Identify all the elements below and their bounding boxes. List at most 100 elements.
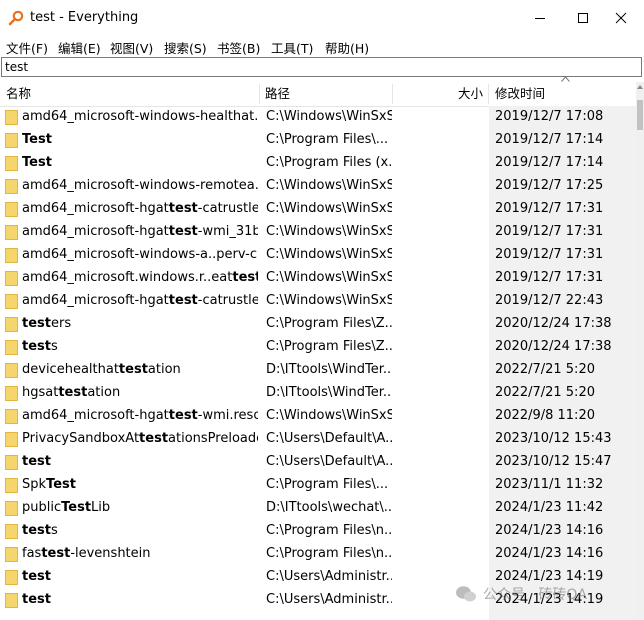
menu-bookmarks[interactable]: 书签(B) <box>217 38 260 57</box>
folder-icon <box>5 294 18 309</box>
minimize-button[interactable] <box>517 0 563 36</box>
column-divider[interactable] <box>488 84 489 104</box>
name-text: amd64_microsoft-windows-healthat... <box>22 109 258 124</box>
menu-search[interactable]: 搜索(S) <box>164 38 207 57</box>
column-divider[interactable] <box>392 84 393 104</box>
match-highlight: Test <box>22 132 52 147</box>
match-highlight: test <box>168 224 198 239</box>
file-path-cell: C:\Program Files (x... <box>266 155 392 170</box>
name-text: amd64_microsoft-hgat <box>22 293 169 308</box>
table-row[interactable]: amd64_microsoft.windows.r..eattest... C:\… <box>0 267 636 290</box>
table-row[interactable]: amd64_microsoft-windows-healthat... C:\Wi… <box>0 106 636 129</box>
table-row[interactable]: devicehealthattestation D:\ITtools\WindTe… <box>0 359 636 382</box>
modified-date-cell: 2024/1/23 14:19 <box>495 569 604 584</box>
minimize-icon <box>535 18 545 19</box>
name-text: -wmi.reso... <box>197 408 258 423</box>
file-name-cell: publicTestLib <box>22 500 258 515</box>
watermark: 公众号 · 砖砖QA <box>455 583 630 605</box>
match-highlight: test <box>22 592 51 607</box>
file-path-cell: C:\Windows\WinSxS <box>266 247 392 262</box>
file-path-cell: C:\Users\Administr... <box>266 569 392 584</box>
file-name-cell: SpkTest <box>22 477 258 492</box>
match-highlight: test <box>22 454 51 469</box>
modified-date-cell: 2019/12/7 17:14 <box>495 132 604 147</box>
file-path-cell: D:\ITtools\WindTer... <box>266 362 392 377</box>
table-row[interactable]: publicTestLib D:\ITtools\wechat\... 2024/1… <box>0 497 636 520</box>
name-text: ationsPreloaded <box>168 431 258 446</box>
name-text: public <box>22 500 62 515</box>
table-row[interactable]: test C:\Users\Default\A... 2023/10/12 15:4… <box>0 451 636 474</box>
search-input[interactable] <box>1 57 642 77</box>
wechat-icon <box>456 586 476 602</box>
menu-edit[interactable]: 编辑(E) <box>58 38 101 57</box>
match-highlight: test <box>41 546 71 561</box>
scrollbar-thumb[interactable] <box>637 100 643 130</box>
column-path-header[interactable]: 路径 <box>265 82 290 106</box>
modified-date-cell: 2020/12/24 17:38 <box>495 316 612 331</box>
folder-icon <box>5 248 18 263</box>
menu-help[interactable]: 帮助(H) <box>325 38 369 57</box>
name-text: amd64_microsoft-windows-a..perv-c... <box>22 247 258 262</box>
modified-date-cell: 2019/12/7 17:14 <box>495 155 604 170</box>
name-text: Lib <box>91 500 111 515</box>
table-row[interactable]: amd64_microsoft-windows-a..perv-c... C:\W… <box>0 244 636 267</box>
scroll-up-icon[interactable] <box>636 82 644 92</box>
table-row[interactable]: testers C:\Program Files\Z... 2020/12/24 1… <box>0 313 636 336</box>
watermark-text: 公众号 · 砖砖QA <box>483 587 587 603</box>
file-path-cell: C:\Program Files\... <box>266 477 389 492</box>
modified-date-cell: 2019/12/7 17:31 <box>495 224 604 239</box>
folder-icon <box>5 386 18 401</box>
vertical-scrollbar[interactable] <box>636 82 644 620</box>
modified-date-cell: 2019/12/7 17:25 <box>495 178 604 193</box>
close-button[interactable] <box>598 0 644 36</box>
name-text: Spk <box>22 477 47 492</box>
match-highlight: test <box>232 270 258 285</box>
table-row[interactable]: tests C:\Program Files\Z... 2020/12/24 17:… <box>0 336 636 359</box>
file-path-cell: C:\Windows\WinSxS <box>266 293 392 308</box>
table-row[interactable]: hgsattestation D:\ITtools\WindTer... 2022/… <box>0 382 636 405</box>
match-highlight: test <box>168 408 198 423</box>
table-row[interactable]: amd64_microsoft-hgattest-wmi.reso... C:\W… <box>0 405 636 428</box>
menu-file[interactable]: 文件(F) <box>6 38 48 57</box>
file-path-cell: C:\Program Files\n... <box>266 546 392 561</box>
file-path-cell: D:\ITtools\WindTer... <box>266 385 392 400</box>
table-row[interactable]: amd64_microsoft-hgattest-catrustle... C:\… <box>0 290 636 313</box>
modified-date-cell: 2022/9/8 11:20 <box>495 408 595 423</box>
file-name-cell: test <box>22 454 258 469</box>
table-row[interactable]: amd64_microsoft-hgattest-catrustle... C:\… <box>0 198 636 221</box>
file-name-cell: hgsattestation <box>22 385 258 400</box>
name-text: ers <box>50 316 72 331</box>
match-highlight: Test <box>61 500 92 515</box>
column-modified-header[interactable]: 修改时间 <box>495 82 545 106</box>
modified-date-cell: 2024/1/23 14:16 <box>495 523 604 538</box>
table-row[interactable]: amd64_microsoft-hgattest-wmi_31b... C:\Wi… <box>0 221 636 244</box>
file-name-cell: amd64_microsoft-windows-a..perv-c... <box>22 247 258 262</box>
table-row[interactable]: Test C:\Program Files\... 2019/12/7 17:14 <box>0 129 636 152</box>
folder-icon <box>5 340 18 355</box>
file-name-cell: devicehealthattestation <box>22 362 258 377</box>
column-name-header[interactable]: 名称 <box>6 82 31 106</box>
modified-date-cell: 2022/7/21 5:20 <box>495 385 595 400</box>
name-text: -levenshtein <box>70 546 151 561</box>
results-list: amd64_microsoft-windows-healthat... C:\Wi… <box>0 106 636 612</box>
menu-view[interactable]: 视图(V) <box>110 38 153 57</box>
column-divider[interactable] <box>259 84 260 104</box>
table-row[interactable]: PrivacySandboxAttestationsPreloaded C:\Us… <box>0 428 636 451</box>
modified-date-cell: 2020/12/24 17:38 <box>495 339 612 354</box>
file-path-cell: C:\Program Files\Z... <box>266 339 392 354</box>
modified-date-cell: 2019/12/7 17:31 <box>495 201 604 216</box>
folder-icon <box>5 271 18 286</box>
table-row[interactable]: tests C:\Program Files\n... 2024/1/23 14:1… <box>0 520 636 543</box>
table-row[interactable]: amd64_microsoft-windows-remotea... C:\Win… <box>0 175 636 198</box>
table-row[interactable]: SpkTest C:\Program Files\... 2023/11/1 11:… <box>0 474 636 497</box>
table-row[interactable]: fastest-levenshtein C:\Program Files\n...… <box>0 543 636 566</box>
modified-date-cell: 2019/12/7 17:31 <box>495 270 604 285</box>
folder-icon <box>5 478 18 493</box>
column-size-header[interactable]: 大小 <box>458 82 483 106</box>
name-text: devicehealthat <box>22 362 119 377</box>
menu-tools[interactable]: 工具(T) <box>271 38 313 57</box>
file-path-cell: C:\Windows\WinSxS <box>266 178 392 193</box>
table-row[interactable]: Test C:\Program Files (x... 2019/12/7 17:1… <box>0 152 636 175</box>
file-path-cell: C:\Windows\WinSxS <box>266 201 392 216</box>
folder-icon <box>5 225 18 240</box>
